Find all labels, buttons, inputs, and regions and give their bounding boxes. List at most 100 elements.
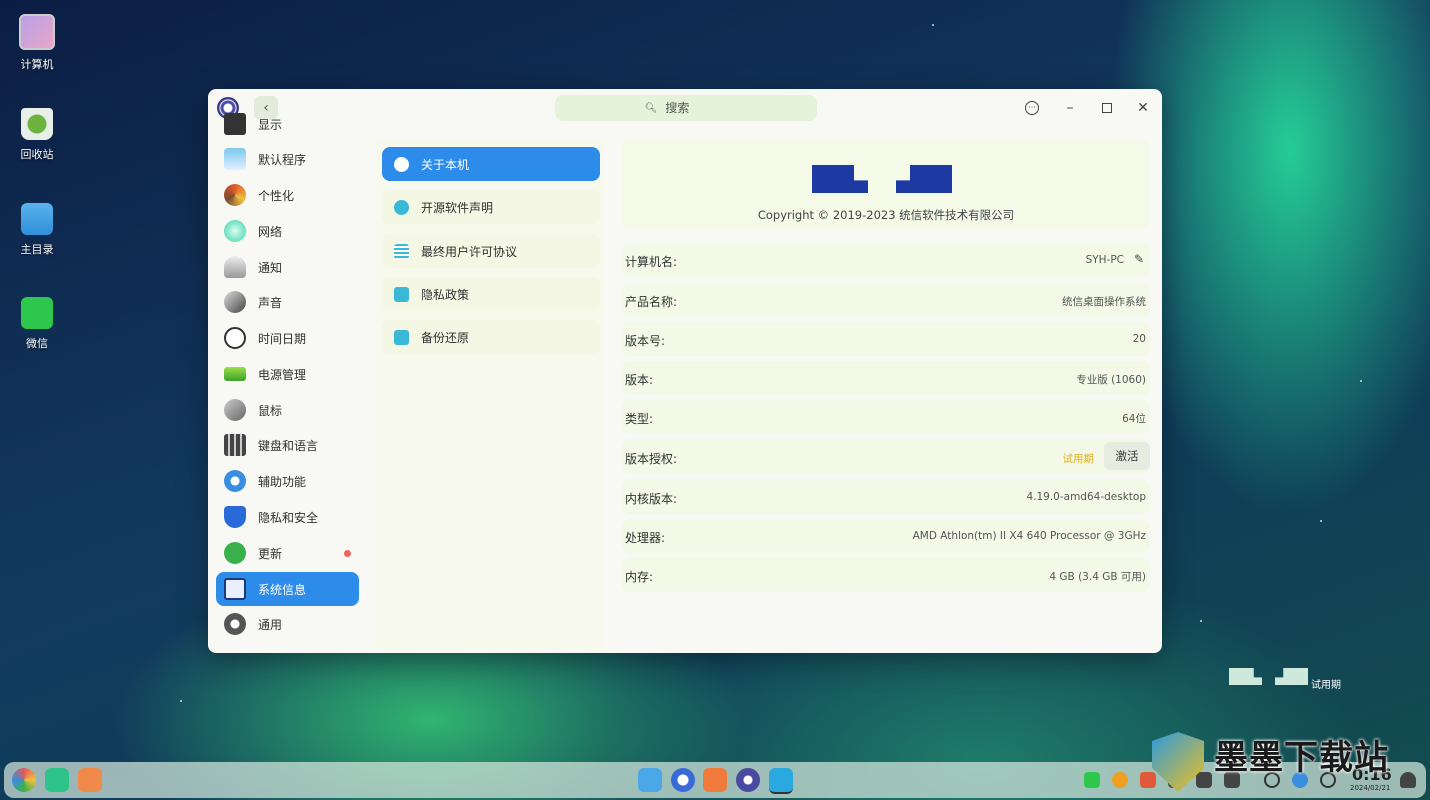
logo-area: Copyright © 2019-2023 统信软件技术有限公司 xyxy=(622,139,1150,229)
info-row-kernel: 内核版本: 4.19.0-amd64-desktop xyxy=(622,480,1150,514)
sidebar-item-label: 更新 xyxy=(258,546,283,561)
sidebar-item-label: 系统信息 xyxy=(258,582,307,597)
browser-icon[interactable] xyxy=(671,768,695,792)
maximize-button[interactable] xyxy=(1097,98,1117,118)
sidebar-item-mouse[interactable]: 鼠标 xyxy=(216,393,359,427)
desktop-wechat[interactable]: 微信 xyxy=(10,297,64,351)
watermark-logo xyxy=(1229,668,1262,685)
menu-icon: ··· xyxy=(1025,101,1039,115)
sound-icon xyxy=(224,291,246,313)
info-key: 内存: xyxy=(625,570,654,584)
submenu-item-label: 备份还原 xyxy=(421,330,470,345)
submenu-item-about[interactable]: 关于本机 xyxy=(382,147,600,181)
multitask-view-icon[interactable] xyxy=(45,768,69,792)
sidebar-item-default-apps[interactable]: 默认程序 xyxy=(216,142,359,176)
desktop-wechat-label: 微信 xyxy=(26,337,48,350)
sidebar-item-label: 个性化 xyxy=(258,188,295,203)
site-watermark: 墨墨下载站 xyxy=(1150,728,1420,798)
sidebar-item-notification[interactable]: 通知 xyxy=(216,250,359,284)
desktop-computer[interactable]: 计算机 xyxy=(10,14,64,72)
search-input[interactable] xyxy=(663,100,728,116)
system-info-icon xyxy=(224,578,246,600)
info-key: 计算机名: xyxy=(625,255,678,269)
sidebar-item-privacy[interactable]: 隐私和安全 xyxy=(216,500,359,534)
u-app-icon[interactable] xyxy=(769,768,793,794)
info-row-license: 版本授权: 试用期 激活 xyxy=(622,440,1150,474)
network-icon xyxy=(224,220,246,242)
close-button[interactable]: ✕ xyxy=(1133,98,1153,118)
display-icon xyxy=(224,113,246,135)
sidebar-item-general[interactable]: 通用 xyxy=(216,607,359,641)
control-center-window: ‹ 🔍︎ ··· – ✕ 显示 默认程序 个性化 网络 通知 声音 时间日期 电… xyxy=(208,89,1162,653)
info-row-edition: 版本: 专业版 (1060) xyxy=(622,361,1150,395)
info-key: 版本授权: xyxy=(625,452,678,466)
sidebar-item-label: 电源管理 xyxy=(258,367,307,382)
desktop-grid-icon[interactable] xyxy=(78,768,102,792)
sidebar-item-label: 通知 xyxy=(258,260,283,275)
submenu-item-eula[interactable]: 最终用户许可协议 xyxy=(382,234,600,268)
submenu-item-privacy-policy[interactable]: 隐私政策 xyxy=(382,277,600,311)
info-key: 版本: xyxy=(625,373,654,387)
shield-icon xyxy=(224,506,246,528)
wechat-tray-icon[interactable] xyxy=(1084,772,1100,788)
desktop-home-label: 主目录 xyxy=(20,243,54,256)
edit-pencil-icon[interactable]: ✎ xyxy=(1134,252,1144,266)
desktop-trash[interactable]: 回收站 xyxy=(10,108,64,162)
sidebar-item-sound[interactable]: 声音 xyxy=(216,285,359,319)
info-icon xyxy=(394,156,409,172)
sidebar-item-network[interactable]: 网络 xyxy=(216,214,359,248)
sidebar-item-personalization[interactable]: 个性化 xyxy=(216,178,359,212)
sidebar-item-power[interactable]: 电源管理 xyxy=(216,357,359,391)
coin-tray-icon[interactable] xyxy=(1112,772,1128,788)
sidebar-item-label: 显示 xyxy=(258,117,283,132)
notification-bell-icon xyxy=(224,256,246,278)
sidebar-item-display[interactable]: 显示 xyxy=(216,107,359,141)
home-folder-icon xyxy=(21,203,53,235)
sidebar-item-keyboard[interactable]: 键盘和语言 xyxy=(216,428,359,462)
desktop-computer-label: 计算机 xyxy=(20,58,54,71)
minimize-button[interactable]: – xyxy=(1060,98,1080,118)
privacy-doc-icon xyxy=(394,286,409,302)
sidebar-item-label: 隐私和安全 xyxy=(258,510,319,525)
activate-button[interactable]: 激活 xyxy=(1104,442,1150,470)
info-value: SYH-PC xyxy=(1085,254,1124,266)
file-manager-icon[interactable] xyxy=(638,768,662,792)
wechat-icon xyxy=(21,297,53,329)
watermark-logo-part xyxy=(1275,668,1308,685)
sidebar-item-accessibility[interactable]: 辅助功能 xyxy=(216,464,359,498)
info-row-type: 类型: 64位 xyxy=(622,400,1150,434)
os-logo-part xyxy=(896,165,952,193)
general-icon xyxy=(224,613,246,635)
sidebar-item-label: 通用 xyxy=(258,617,283,632)
submenu-item-open-source[interactable]: 开源软件声明 xyxy=(382,190,600,224)
submenu-item-label: 关于本机 xyxy=(421,157,470,172)
submenu-item-backup[interactable]: 备份还原 xyxy=(382,320,600,354)
launcher-icon[interactable] xyxy=(12,768,36,792)
computer-icon xyxy=(19,14,55,50)
maximize-icon xyxy=(1102,103,1112,113)
about-panel: Copyright © 2019-2023 统信软件技术有限公司 计算机名: S… xyxy=(618,139,1154,649)
info-key: 类型: xyxy=(625,412,654,426)
site-label: 墨墨下载站 xyxy=(1214,738,1389,778)
sidebar-item-label: 网络 xyxy=(258,224,283,239)
sidebar-item-system-info[interactable]: 系统信息 xyxy=(216,572,359,606)
close-icon: ✕ xyxy=(1137,100,1149,116)
menu-button[interactable]: ··· xyxy=(1022,98,1042,118)
info-value: 4.19.0-amd64-desktop xyxy=(1026,491,1146,503)
info-key: 版本号: xyxy=(625,334,666,348)
info-row-memory: 内存: 4 GB (3.4 GB 可用) xyxy=(622,558,1150,592)
clock-icon xyxy=(224,327,246,349)
sidebar-item-datetime[interactable]: 时间日期 xyxy=(216,321,359,355)
document-icon xyxy=(394,243,409,259)
sidebar-item-label: 时间日期 xyxy=(258,331,307,346)
sidebar: 显示 默认程序 个性化 网络 通知 声音 时间日期 电源管理 鼠标 键盘和语言 … xyxy=(208,113,368,653)
control-center-taskbar-icon[interactable] xyxy=(736,768,760,792)
desktop-home[interactable]: 主目录 xyxy=(10,203,64,257)
backup-icon xyxy=(394,329,409,345)
search-box[interactable]: 🔍︎ xyxy=(555,95,817,121)
sidebar-item-label: 辅助功能 xyxy=(258,474,307,489)
sidebar-item-update[interactable]: 更新 xyxy=(216,536,359,570)
sidebar-item-label: 鼠标 xyxy=(258,403,283,418)
app-store-icon[interactable] xyxy=(703,768,727,792)
info-row-version-number: 版本号: 20 xyxy=(622,322,1150,356)
